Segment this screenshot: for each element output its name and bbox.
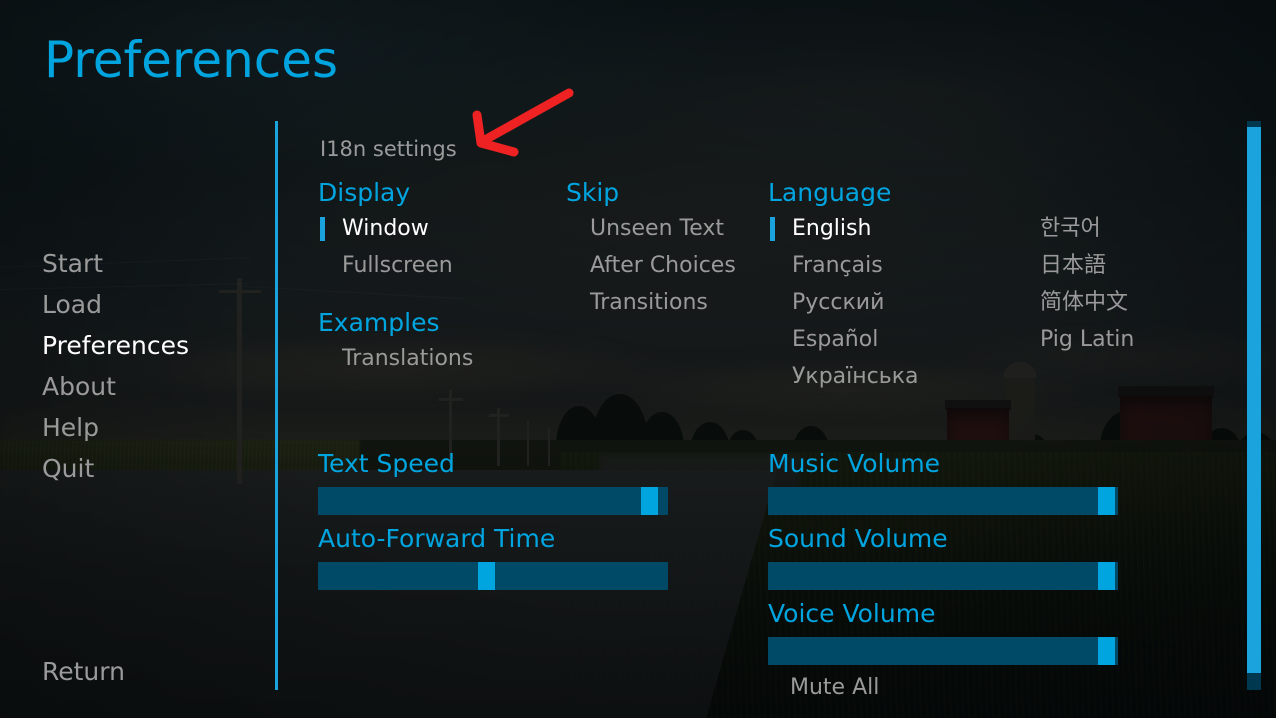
- i18n-settings-label: I18n settings: [320, 137, 457, 161]
- skip-settings-group: Skip Unseen Text After Choices Transitio…: [566, 176, 736, 321]
- examples-settings-group: Examples Translations: [318, 306, 473, 377]
- display-option-fullscreen[interactable]: Fullscreen: [318, 247, 453, 284]
- language-column-secondary: 한국어 日本語 简体中文 Pig Latin: [1016, 210, 1276, 395]
- language-group-title: Language: [768, 178, 892, 207]
- music-volume-label: Music Volume: [768, 449, 941, 478]
- language-column-primary: English Français Русский Español Українс…: [768, 210, 1016, 395]
- language-option-russian[interactable]: Русский: [768, 284, 1016, 321]
- display-settings-group: Display Window Fullscreen: [318, 176, 453, 284]
- text-speed-slider-thumb[interactable]: [641, 487, 658, 515]
- voice-volume-slider[interactable]: [768, 637, 1118, 665]
- music-volume-slider[interactable]: [768, 487, 1118, 515]
- examples-group-title: Examples: [318, 308, 440, 337]
- auto-forward-slider-thumb[interactable]: [477, 562, 495, 590]
- voice-volume-label: Voice Volume: [768, 599, 936, 628]
- auto-forward-slider[interactable]: [318, 562, 668, 590]
- voice-volume-slider-block: Voice Volume: [768, 597, 1118, 665]
- language-option-pig-latin[interactable]: Pig Latin: [1016, 321, 1276, 358]
- navigation-menu: Start Load Preferences About Help Quit: [42, 243, 262, 489]
- language-option-francais[interactable]: Français: [768, 247, 1016, 284]
- text-speed-label: Text Speed: [318, 449, 455, 478]
- language-option-ukrainian[interactable]: Українська: [768, 358, 1016, 395]
- voice-volume-slider-thumb[interactable]: [1097, 637, 1115, 665]
- nav-item-quit[interactable]: Quit: [42, 448, 262, 489]
- auto-forward-slider-block: Auto-Forward Time: [318, 522, 668, 590]
- auto-forward-label: Auto-Forward Time: [318, 524, 556, 553]
- return-button[interactable]: Return: [42, 656, 125, 688]
- sound-volume-slider-thumb[interactable]: [1097, 562, 1115, 590]
- nav-item-preferences[interactable]: Preferences: [42, 325, 262, 366]
- display-group-title: Display: [318, 178, 411, 207]
- mute-all-checkbox[interactable]: Mute All: [790, 673, 879, 703]
- examples-option-translations[interactable]: Translations: [318, 340, 473, 377]
- page-title: Preferences: [44, 31, 339, 89]
- skip-option-unseen-text[interactable]: Unseen Text: [566, 210, 736, 247]
- sound-volume-slider[interactable]: [768, 562, 1118, 590]
- skip-group-title: Skip: [566, 178, 620, 207]
- vertical-scrollbar[interactable]: [1247, 121, 1261, 690]
- skip-option-after-choices[interactable]: After Choices: [566, 247, 736, 284]
- language-option-simplified-chinese[interactable]: 简体中文: [1016, 284, 1276, 321]
- sound-volume-slider-block: Sound Volume: [768, 522, 1118, 590]
- preferences-screen: Preferences Start Load Preferences About…: [0, 0, 1276, 718]
- language-option-espanol[interactable]: Español: [768, 321, 1016, 358]
- nav-item-start[interactable]: Start: [42, 243, 262, 284]
- language-option-japanese[interactable]: 日本語: [1016, 247, 1276, 284]
- music-volume-slider-thumb[interactable]: [1097, 487, 1115, 515]
- skip-option-transitions[interactable]: Transitions: [566, 284, 736, 321]
- vertical-divider: [275, 121, 278, 690]
- text-speed-slider[interactable]: [318, 487, 668, 515]
- language-settings-group: Language English Français Русский Españo…: [768, 176, 1276, 395]
- nav-item-help[interactable]: Help: [42, 407, 262, 448]
- music-volume-slider-block: Music Volume: [768, 447, 1118, 515]
- sound-volume-label: Sound Volume: [768, 524, 948, 553]
- language-option-korean[interactable]: 한국어: [1016, 210, 1276, 247]
- nav-item-load[interactable]: Load: [42, 284, 262, 325]
- scrollbar-thumb[interactable]: [1247, 126, 1261, 673]
- language-option-english[interactable]: English: [768, 210, 1016, 247]
- display-option-window[interactable]: Window: [318, 210, 453, 247]
- text-speed-slider-block: Text Speed: [318, 447, 668, 515]
- nav-item-about[interactable]: About: [42, 366, 262, 407]
- annotation-arrow-icon: [472, 88, 574, 157]
